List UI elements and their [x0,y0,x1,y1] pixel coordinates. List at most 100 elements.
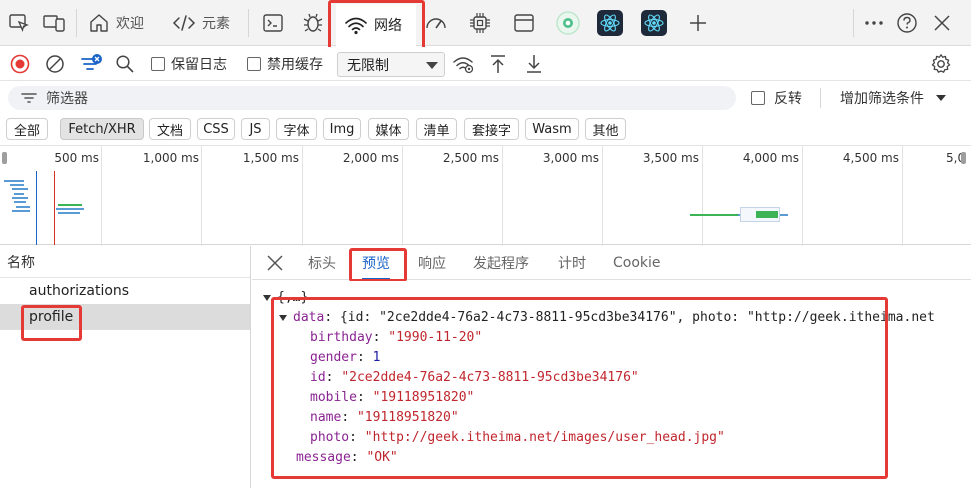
grid-line [502,146,503,246]
tab-react-components[interactable] [597,0,623,46]
json-value: "OK" [366,450,398,465]
grid-line [101,146,102,246]
json-data-row[interactable]: data: {id: "2ce2dde4-76a2-4c73-8811-95cd… [279,308,935,328]
json-key: photo [310,430,350,445]
help-button[interactable] [896,0,918,46]
grid-line [702,146,703,246]
resource-type-filters: 全部 Fetch/XHR 文档 CSS JS 字体 Img 媒体 清单 套接字 … [0,115,971,143]
tab-preview[interactable]: 预览 [362,246,390,280]
json-root-row[interactable]: {,…} [263,288,308,308]
network-overview[interactable]: 500 ms 1,000 ms 1,500 ms 2,000 ms 2,500 … [0,145,971,246]
json-field-row: birthday: "1990-11-20" [310,330,483,345]
tab-extension-vue[interactable] [555,0,581,46]
close-devtools-button[interactable] [932,0,952,46]
type-filter-img[interactable]: Img [323,118,361,140]
disable-cache-checkbox[interactable]: 禁用缓存 [247,47,323,81]
tab-cookies[interactable]: Cookie [613,246,661,280]
tab-elements[interactable]: 元素 [172,0,230,46]
more-icon [865,21,883,25]
overview-right-handle[interactable] [961,152,966,164]
filter-input[interactable]: 筛选器 [8,86,736,110]
grid-line [402,146,403,246]
tab-application[interactable] [512,0,536,46]
more-options-button[interactable] [863,0,885,46]
grid-line [602,146,603,246]
import-har-button[interactable] [488,47,508,81]
tab-headers[interactable]: 标头 [308,246,336,280]
gauge-icon [426,18,446,29]
invert-label: 反转 [774,91,802,107]
export-har-button[interactable] [524,47,544,81]
add-tab-button[interactable] [687,0,709,46]
record-button[interactable] [10,47,30,81]
type-filter-all[interactable]: 全部 [6,118,48,140]
more-filters-dropdown[interactable]: 增加筛选条件 [840,82,946,114]
timeline-tick: 1,500 ms [242,151,299,165]
request-name: profile [29,309,74,325]
tab-response[interactable]: 响应 [418,246,446,280]
tab-welcome-label: 欢迎 [116,16,144,32]
record-icon [10,54,30,74]
overview-left-handle[interactable] [2,152,7,164]
inspect-icon [9,14,29,32]
tab-memory[interactable] [468,0,492,46]
tab-timing[interactable]: 计时 [558,246,586,280]
type-filter-other[interactable]: 其他 [585,118,626,140]
tab-console[interactable] [262,0,284,46]
more-filters-label: 增加筛选条件 [840,91,924,107]
clear-icon [46,55,64,73]
search-icon [116,55,134,73]
type-filter-manifest[interactable]: 清单 [416,118,457,140]
json-field-row: photo: "http://geek.itheima.net/images/u… [310,430,725,445]
home-icon [90,14,108,32]
search-button[interactable] [115,47,135,81]
invert-checkbox[interactable]: 反转 [751,82,802,114]
tab-welcome[interactable]: 欢迎 [88,0,144,46]
inspect-element-button[interactable] [8,0,30,46]
request-item-profile[interactable]: profile [0,304,250,330]
filter-lines-icon [81,54,102,70]
device-emulation-button[interactable] [42,0,66,46]
tab-network[interactable]: 网络 [336,4,416,46]
json-value: "19118951820" [372,390,475,405]
throttling-select[interactable]: 无限制 [337,52,445,77]
tab-initiator[interactable]: 发起程序 [473,246,529,280]
type-filter-fetch-xhr[interactable]: Fetch/XHR [60,118,144,140]
code-icon [172,15,196,31]
divider [248,9,249,37]
type-filter-socket[interactable]: 套接字 [464,118,519,140]
filter-toggle-button[interactable] [80,47,104,81]
type-filter-font[interactable]: 字体 [276,118,317,140]
request-bar [4,180,24,182]
network-conditions-button[interactable] [452,47,476,81]
grid-line [902,146,903,246]
type-filter-wasm[interactable]: Wasm [525,118,579,140]
type-filter-css[interactable]: CSS [197,118,235,140]
type-filter-media[interactable]: 媒体 [368,118,409,140]
request-item-authorizations[interactable]: authorizations [0,278,250,304]
json-preview: {,…} data: {id: "2ce2dde4-76a2-4c73-8811… [252,281,971,488]
checkbox-box [751,91,765,105]
close-details-button[interactable] [266,246,284,280]
tab-performance[interactable] [424,0,448,46]
download-icon [527,55,541,73]
tab-react-profiler[interactable] [641,0,667,46]
preserve-log-checkbox[interactable]: 保留日志 [151,47,227,81]
type-filter-doc[interactable]: 文档 [149,118,191,140]
clear-button[interactable] [45,47,65,81]
console-icon [263,14,283,32]
tab-sources[interactable] [302,0,324,46]
dom-content-loaded-marker [36,171,37,245]
request-bar [58,204,82,206]
request-bar [12,197,28,199]
expand-triangle-icon [263,294,271,301]
network-settings-button[interactable] [930,47,952,81]
divider [76,9,77,37]
extension-ring-icon [556,11,580,35]
request-bar [14,201,26,203]
request-bar [12,210,30,212]
wifi-icon [345,17,367,35]
json-value: "2ce2dde4-76a2-4c73-8811-95cd3be34176" [341,370,639,385]
request-bar [56,208,84,210]
type-filter-js[interactable]: JS [241,118,270,140]
